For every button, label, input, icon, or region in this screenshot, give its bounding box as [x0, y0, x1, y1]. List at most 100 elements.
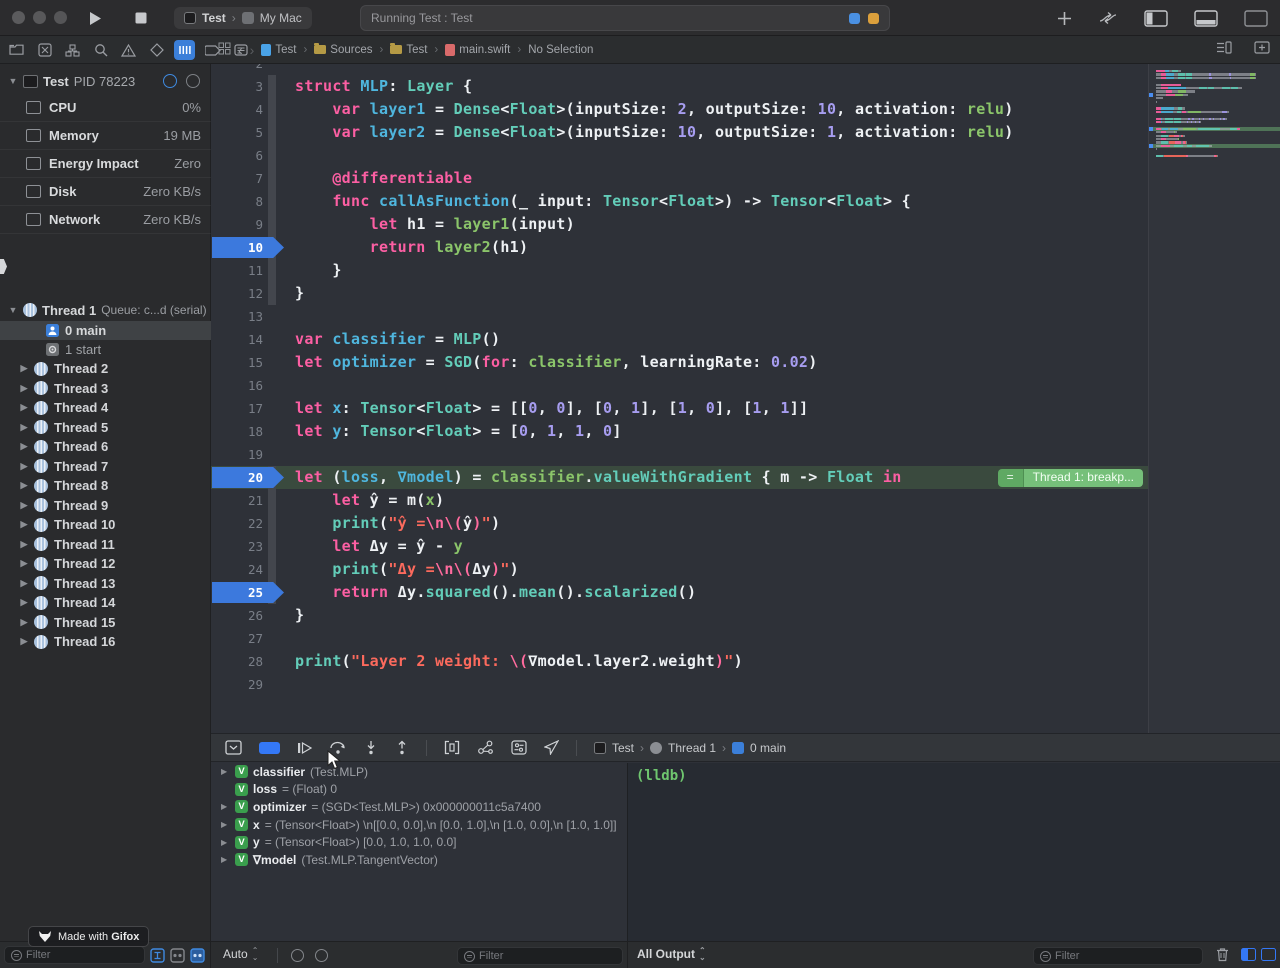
- view-process-button[interactable]: [186, 74, 200, 88]
- variables-filter-field[interactable]: [457, 947, 623, 965]
- code-line-21[interactable]: 21 let ŷ = m(x): [211, 489, 1148, 512]
- line-number[interactable]: 29: [211, 673, 263, 696]
- line-number[interactable]: 25: [211, 581, 263, 604]
- code-line-11[interactable]: 11 }: [211, 259, 1148, 282]
- thread-row[interactable]: ▶Thread 15: [0, 613, 211, 633]
- hide-debug-area-button[interactable]: [225, 740, 242, 755]
- show-console-pane-toggle[interactable]: [1261, 948, 1276, 961]
- line-number[interactable]: 5: [211, 121, 263, 144]
- related-items-icon[interactable]: [218, 42, 231, 58]
- flag-continue-icon[interactable]: [291, 949, 304, 962]
- line-number[interactable]: 12: [211, 282, 263, 305]
- show-running-threads-icon[interactable]: [169, 948, 186, 963]
- variable-row-∇model[interactable]: ▶V∇model (Test.MLP.TangentVector): [211, 851, 627, 869]
- thread-row[interactable]: ▶Thread 16: [0, 632, 211, 652]
- disclosure-triangle[interactable]: ▶: [20, 539, 28, 550]
- code-area[interactable]: 23struct MLP: Layer {4 var layer1 = Dens…: [211, 64, 1148, 733]
- disclosure-triangle[interactable]: ▶: [20, 636, 28, 647]
- line-number[interactable]: 20: [211, 466, 263, 489]
- navigator-filter-input[interactable]: [26, 949, 138, 961]
- thread-row[interactable]: ▶Thread 9: [0, 496, 211, 516]
- code-line-17[interactable]: 17let x: Tensor<Float> = [[0, 0], [0, 1]…: [211, 397, 1148, 420]
- line-number[interactable]: 2: [211, 64, 263, 75]
- jump-thread[interactable]: Thread 1: [668, 741, 716, 755]
- disclosure-triangle[interactable]: ▶: [20, 617, 28, 628]
- thread-row[interactable]: ▶Thread 8: [0, 476, 211, 496]
- breadcrumb-sources[interactable]: Sources: [314, 44, 372, 56]
- disclosure-triangle[interactable]: ▶: [20, 578, 28, 589]
- debug-memory-graph-button[interactable]: [477, 740, 494, 755]
- thread-row[interactable]: ▶Thread 10: [0, 515, 211, 535]
- stop-button[interactable]: [128, 6, 154, 30]
- editor-options-icon[interactable]: [1216, 41, 1232, 59]
- console-output-menu[interactable]: All Output ⌃⌄: [637, 947, 706, 961]
- line-number[interactable]: 9: [211, 213, 263, 236]
- clear-console-button[interactable]: [1216, 947, 1229, 967]
- breadcrumb-file[interactable]: main.swift: [445, 44, 510, 56]
- continue-button[interactable]: [297, 741, 312, 755]
- line-number[interactable]: 8: [211, 190, 263, 213]
- thread-row[interactable]: ▶Thread 3: [0, 379, 211, 399]
- code-line-8[interactable]: 8 func callAsFunction(_ input: Tensor<Fl…: [211, 190, 1148, 213]
- source-editor[interactable]: 23struct MLP: Layer {4 var layer1 = Dens…: [211, 64, 1280, 733]
- variables-view[interactable]: ▶Vclassifier (Test.MLP)Vloss = (Float) 0…: [211, 763, 627, 941]
- code-line-14[interactable]: 14var classifier = MLP(): [211, 328, 1148, 351]
- code-line-28[interactable]: 28print("Layer 2 weight: \(∇model.layer2…: [211, 650, 1148, 673]
- gauge-disk[interactable]: DiskZero KB/s: [0, 178, 211, 206]
- code-line-22[interactable]: 22 print("ŷ =\n\(ŷ)"): [211, 512, 1148, 535]
- find-navigator-tab[interactable]: [90, 40, 111, 60]
- show-variables-pane-toggle[interactable]: [1241, 948, 1256, 961]
- line-number[interactable]: 16: [211, 374, 263, 397]
- forward-button[interactable]: ›: [250, 42, 255, 58]
- code-line-4[interactable]: 4 var layer1 = Dense<Float>(inputSize: 2…: [211, 98, 1148, 121]
- code-line-7[interactable]: 7 @differentiable: [211, 167, 1148, 190]
- code-line-15[interactable]: 15let optimizer = SGD(for: classifier, l…: [211, 351, 1148, 374]
- line-number[interactable]: 19: [211, 443, 263, 466]
- navigator-pane-toggle[interactable]: [1144, 10, 1168, 27]
- variable-row-x[interactable]: ▶Vx = (Tensor<Float>) \n[[0.0, 0.0],\n […: [211, 816, 627, 834]
- code-line-9[interactable]: 9 let h1 = layer1(input): [211, 213, 1148, 236]
- variables-filter-input[interactable]: [479, 950, 616, 962]
- disclosure-triangle[interactable]: ▶: [20, 519, 28, 530]
- back-button[interactable]: ‹: [238, 42, 243, 58]
- breadcrumb-test-folder[interactable]: Test: [390, 44, 427, 56]
- line-number[interactable]: 11: [211, 259, 263, 282]
- line-number[interactable]: 24: [211, 558, 263, 581]
- code-line-2[interactable]: 2: [211, 64, 1148, 75]
- disclosure-triangle[interactable]: ▶: [20, 558, 28, 569]
- code-line-19[interactable]: 19: [211, 443, 1148, 466]
- disclosure-triangle[interactable]: ▶: [20, 597, 28, 608]
- breadcrumb-selection[interactable]: No Selection: [528, 44, 593, 56]
- line-number[interactable]: 7: [211, 167, 263, 190]
- code-line-16[interactable]: 16: [211, 374, 1148, 397]
- gauge-cpu[interactable]: CPU0%: [0, 94, 211, 122]
- disclosure-triangle[interactable]: ▶: [20, 422, 28, 433]
- minimize-window-button[interactable]: [33, 11, 46, 24]
- variable-row-y[interactable]: ▶Vy = (Tensor<Float>) [0.0, 1.0, 1.0, 0.…: [211, 833, 627, 851]
- line-number[interactable]: 6: [211, 144, 263, 167]
- thread-row[interactable]: ▶Thread 14: [0, 593, 211, 613]
- code-line-3[interactable]: 3struct MLP: Layer {: [211, 75, 1148, 98]
- line-number[interactable]: 3: [211, 75, 263, 98]
- gauge-network[interactable]: NetworkZero KB/s: [0, 206, 211, 234]
- line-number[interactable]: 17: [211, 397, 263, 420]
- line-number[interactable]: 14: [211, 328, 263, 351]
- run-button[interactable]: [82, 6, 108, 30]
- debug-console[interactable]: (lldb): [627, 763, 1280, 941]
- line-number[interactable]: 22: [211, 512, 263, 535]
- stack-frame-start[interactable]: 1 start: [0, 340, 211, 359]
- zoom-window-button[interactable]: [54, 11, 67, 24]
- simulate-location-button[interactable]: [544, 740, 559, 755]
- code-line-10[interactable]: 10 return layer2(h1): [211, 236, 1148, 259]
- console-filter-field[interactable]: [1033, 947, 1203, 965]
- gauge-energy-impact[interactable]: Energy ImpactZero: [0, 150, 211, 178]
- project-navigator-tab[interactable]: [6, 40, 27, 60]
- disclosure-triangle[interactable]: ▼: [8, 305, 18, 315]
- line-number[interactable]: 10: [211, 236, 263, 259]
- disclosure-triangle[interactable]: ▶: [20, 363, 28, 374]
- thread-row[interactable]: ▶Thread 12: [0, 554, 211, 574]
- line-number[interactable]: 26: [211, 604, 263, 627]
- add-editor-icon[interactable]: [1254, 41, 1270, 59]
- gauge-memory[interactable]: Memory19 MB: [0, 122, 211, 150]
- disclosure-triangle[interactable]: ▶: [20, 500, 28, 511]
